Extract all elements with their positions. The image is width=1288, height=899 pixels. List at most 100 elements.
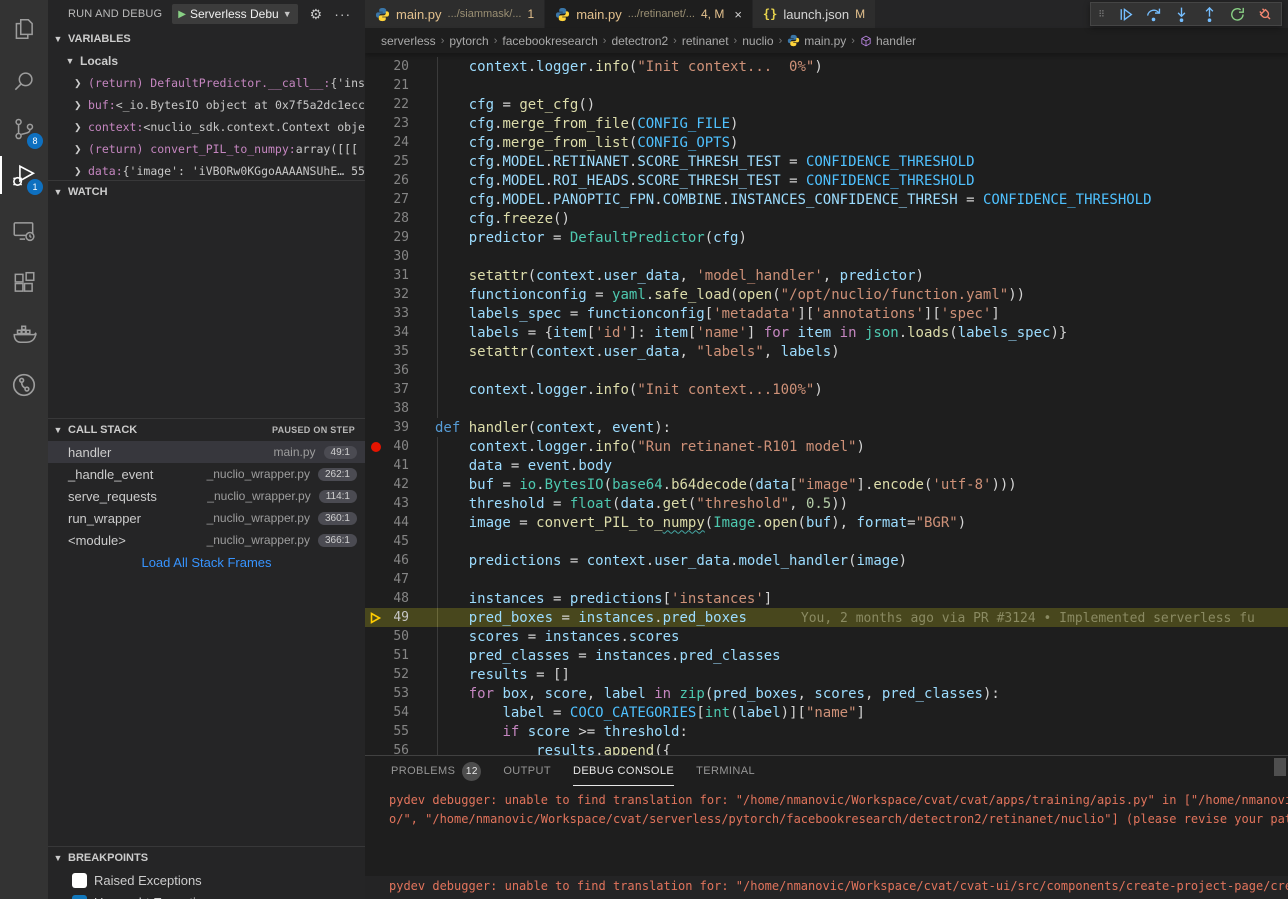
code-line[interactable]: 32 functionconfig = yaml.safe_load(open(… bbox=[365, 285, 1288, 304]
gutter-glyph[interactable] bbox=[365, 612, 387, 624]
code-line[interactable]: 48 instances = predictions['instances'] bbox=[365, 589, 1288, 608]
stack-frame-row[interactable]: serve_requests_nuclio_wrapper.py114:1 bbox=[48, 485, 365, 507]
code-line[interactable]: 23 cfg.merge_from_file(CONFIG_FILE) bbox=[365, 114, 1288, 133]
step-into-button[interactable] bbox=[1169, 3, 1193, 25]
code-line[interactable]: 33 labels_spec = functionconfig['metadat… bbox=[365, 304, 1288, 323]
code-line[interactable]: 43 threshold = float(data.get("threshold… bbox=[365, 494, 1288, 513]
code-line[interactable]: 52 results = [] bbox=[365, 665, 1288, 684]
code-line[interactable]: 30 bbox=[365, 247, 1288, 266]
code-line[interactable]: 44 image = convert_PIL_to_numpy(Image.op… bbox=[365, 513, 1288, 532]
code-line[interactable]: 47 bbox=[365, 570, 1288, 589]
code-line[interactable]: 22 cfg = get_cfg() bbox=[365, 95, 1288, 114]
code-line[interactable]: 36 bbox=[365, 361, 1288, 380]
breadcrumb-item[interactable]: pytorch bbox=[449, 34, 488, 48]
line-number: 21 bbox=[387, 78, 409, 93]
gutter-glyph[interactable] bbox=[365, 442, 387, 452]
code-line[interactable]: 35 setattr(context.user_data, "labels", … bbox=[365, 342, 1288, 361]
variables-header[interactable]: ▼ VARIABLES bbox=[48, 28, 365, 50]
tab-problems[interactable]: PROBLEMS 12 bbox=[391, 756, 481, 786]
gear-icon[interactable]: ⚙ bbox=[310, 6, 323, 23]
run-debug-icon[interactable]: 1 bbox=[0, 152, 48, 198]
breakpoints-header[interactable]: ▼ BREAKPOINTS bbox=[48, 847, 365, 869]
restart-button[interactable] bbox=[1225, 3, 1249, 25]
explorer-icon[interactable] bbox=[0, 6, 48, 52]
source-control-icon[interactable]: 8 bbox=[0, 106, 48, 152]
code-line[interactable]: 25 cfg.MODEL.RETINANET.SCORE_THRESH_TEST… bbox=[365, 152, 1288, 171]
variable-row[interactable]: ❯(return) DefaultPredictor.__call__: {'i… bbox=[48, 72, 365, 94]
tab-terminal[interactable]: TERMINAL bbox=[696, 756, 755, 786]
debug-config-dropdown[interactable]: ▶ Serverless Debu ▼ bbox=[172, 4, 297, 24]
step-out-button[interactable] bbox=[1197, 3, 1221, 25]
code-line[interactable]: 40 context.logger.info("Run retinanet-R1… bbox=[365, 437, 1288, 456]
code-line[interactable]: 28 cfg.freeze() bbox=[365, 209, 1288, 228]
close-icon[interactable]: × bbox=[734, 7, 742, 22]
more-actions-icon[interactable]: ··· bbox=[334, 6, 351, 22]
gitlens-icon[interactable] bbox=[0, 362, 48, 408]
code-line[interactable]: 54 label = COCO_CATEGORIES[int(label)]["… bbox=[365, 703, 1288, 722]
tab-launch-json[interactable]: {} launch.json M bbox=[753, 0, 876, 28]
step-over-button[interactable] bbox=[1141, 3, 1165, 25]
scrollbar-thumb[interactable] bbox=[1274, 758, 1286, 776]
variable-row[interactable]: ❯buf: <_io.BytesIO object at 0x7f5a2dc1e… bbox=[48, 94, 365, 116]
code-line[interactable]: 56 results.append({ bbox=[365, 741, 1288, 755]
variable-row[interactable]: ❯(return) convert_PIL_to_numpy: array([[… bbox=[48, 138, 365, 160]
code-line[interactable]: 31 setattr(context.user_data, 'model_han… bbox=[365, 266, 1288, 285]
start-debug-icon[interactable]: ▶ bbox=[178, 9, 186, 20]
extensions-icon[interactable] bbox=[0, 260, 48, 306]
breadcrumb-item[interactable]: facebookresearch bbox=[502, 34, 597, 48]
breadcrumb-item[interactable]: retinanet bbox=[682, 34, 729, 48]
scope-locals[interactable]: ▼ Locals bbox=[48, 50, 365, 72]
checkbox[interactable]: ✓ bbox=[72, 895, 87, 899]
drag-handle-icon[interactable]: ⠿ bbox=[1095, 12, 1109, 17]
code-line[interactable]: 34 labels = {item['id']: item['name'] fo… bbox=[365, 323, 1288, 342]
tab-main-py-retinanet[interactable]: main.py .../retinanet/... 4, M × bbox=[545, 0, 753, 28]
code-line[interactable]: 38 bbox=[365, 399, 1288, 418]
code-line[interactable]: 20 context.logger.info("Init context... … bbox=[365, 57, 1288, 76]
console-entry[interactable]: pydev debugger: unable to find translati… bbox=[365, 790, 1288, 834]
code-line[interactable]: 55 if score >= threshold: bbox=[365, 722, 1288, 741]
stack-frame-row[interactable]: handlermain.py49:1 bbox=[48, 441, 365, 463]
stack-frame-row[interactable]: run_wrapper_nuclio_wrapper.py360:1 bbox=[48, 507, 365, 529]
watch-header[interactable]: ▼ WATCH bbox=[48, 181, 365, 203]
code-line[interactable]: 24 cfg.merge_from_list(CONFIG_OPTS) bbox=[365, 133, 1288, 152]
tab-debug-console[interactable]: DEBUG CONSOLE bbox=[573, 756, 674, 786]
checkbox[interactable] bbox=[72, 873, 87, 888]
docker-icon[interactable] bbox=[0, 310, 48, 356]
breadcrumb-item[interactable]: handler bbox=[860, 34, 916, 48]
code-line[interactable]: 50 scores = instances.scores bbox=[365, 627, 1288, 646]
breakpoint-row[interactable]: ✓Uncaught Exceptions bbox=[48, 891, 365, 899]
code-line[interactable]: 42 buf = io.BytesIO(base64.b64decode(dat… bbox=[365, 475, 1288, 494]
code-line[interactable]: 53 for box, score, label in zip(pred_box… bbox=[365, 684, 1288, 703]
line-number: 27 bbox=[387, 192, 409, 207]
call-stack-header[interactable]: ▼ CALL STACK PAUSED ON STEP bbox=[48, 419, 365, 441]
code-line[interactable]: 29 predictor = DefaultPredictor(cfg) bbox=[365, 228, 1288, 247]
continue-button[interactable] bbox=[1113, 3, 1137, 25]
breadcrumb-item[interactable]: detectron2 bbox=[611, 34, 668, 48]
code-line[interactable]: 41 data = event.body bbox=[365, 456, 1288, 475]
tab-main-py-siammask[interactable]: main.py .../siammask/... 1 bbox=[365, 0, 545, 28]
code-line[interactable]: 45 bbox=[365, 532, 1288, 551]
stack-frame-row[interactable]: <module>_nuclio_wrapper.py366:1 bbox=[48, 529, 365, 551]
breakpoint-icon[interactable] bbox=[371, 442, 381, 452]
stack-frame-row[interactable]: _handle_event_nuclio_wrapper.py262:1 bbox=[48, 463, 365, 485]
load-all-stack-frames-link[interactable]: Load All Stack Frames bbox=[48, 551, 365, 573]
variable-row[interactable]: ❯data: {'image': 'iVBORw0KGgoAAAANSUhE… … bbox=[48, 160, 365, 180]
disconnect-button[interactable] bbox=[1253, 3, 1277, 25]
code-line[interactable]: 51 pred_classes = instances.pred_classes bbox=[365, 646, 1288, 665]
search-icon[interactable] bbox=[0, 58, 48, 104]
breadcrumb-item[interactable]: serverless bbox=[381, 34, 436, 48]
tab-output[interactable]: OUTPUT bbox=[503, 756, 551, 786]
variable-row[interactable]: ❯context: <nuclio_sdk.context.Context ob… bbox=[48, 116, 365, 138]
breakpoint-row[interactable]: Raised Exceptions bbox=[48, 869, 365, 891]
code-line[interactable]: 39def handler(context, event): bbox=[365, 418, 1288, 437]
code-line[interactable]: 26 cfg.MODEL.ROI_HEADS.SCORE_THRESH_TEST… bbox=[365, 171, 1288, 190]
code-line[interactable]: 46 predictions = context.user_data.model… bbox=[365, 551, 1288, 570]
code-line[interactable]: 49 pred_boxes = instances.pred_boxesYou,… bbox=[365, 608, 1288, 627]
code-line[interactable]: 21 bbox=[365, 76, 1288, 95]
code-line[interactable]: 37 context.logger.info("Init context...1… bbox=[365, 380, 1288, 399]
console-entry[interactable]: pydev debugger: unable to find translati… bbox=[365, 876, 1288, 899]
breadcrumb-item[interactable]: main.py bbox=[787, 34, 846, 48]
remote-explorer-icon[interactable] bbox=[0, 208, 48, 254]
code-line[interactable]: 27 cfg.MODEL.PANOPTIC_FPN.COMBINE.INSTAN… bbox=[365, 190, 1288, 209]
breadcrumb-item[interactable]: nuclio bbox=[742, 34, 773, 48]
